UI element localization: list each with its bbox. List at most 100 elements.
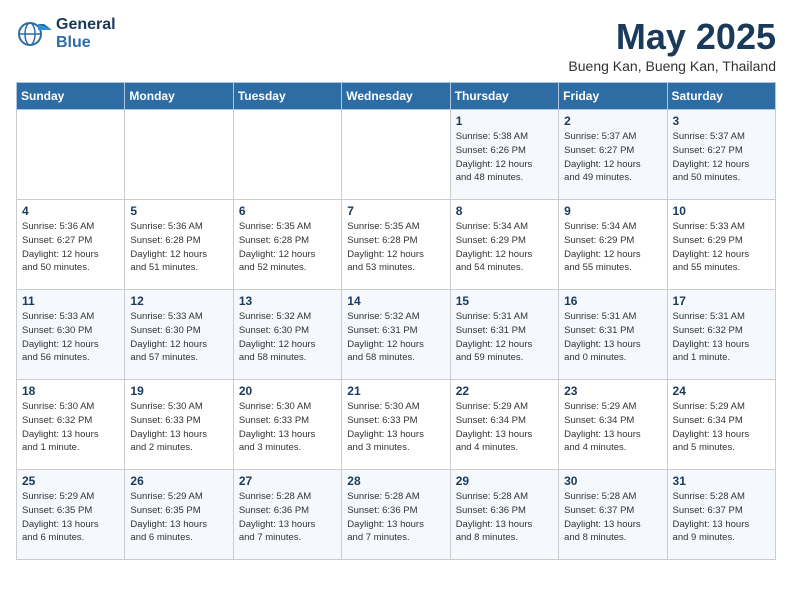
calendar-cell: 19Sunrise: 5:30 AM Sunset: 6:33 PM Dayli… (125, 380, 233, 470)
day-info: Sunrise: 5:30 AM Sunset: 6:33 PM Dayligh… (347, 400, 444, 455)
calendar-cell: 3Sunrise: 5:37 AM Sunset: 6:27 PM Daylig… (667, 110, 775, 200)
weekday-header-saturday: Saturday (667, 83, 775, 110)
logo-text: General Blue (56, 16, 116, 52)
weekday-header-sunday: Sunday (17, 83, 125, 110)
day-info: Sunrise: 5:34 AM Sunset: 6:29 PM Dayligh… (564, 220, 661, 275)
calendar-cell: 21Sunrise: 5:30 AM Sunset: 6:33 PM Dayli… (342, 380, 450, 470)
calendar-week-2: 4 Sunrise: 5:36 AM Sunset: 6:27 PM Daylig… (17, 200, 776, 290)
title-block: May 2025 Bueng Kan, Bueng Kan, Thailand (568, 16, 776, 74)
calendar-cell (125, 110, 233, 200)
calendar-cell: 11 Sunrise: 5:33 AM Sunset: 6:30 PM Dayli… (17, 290, 125, 380)
day-number: 17 (673, 294, 770, 308)
day-number: 1 (456, 114, 553, 128)
day-number: 16 (564, 294, 661, 308)
day-info: Sunrise: 5:31 AM Sunset: 6:32 PM Dayligh… (673, 310, 770, 365)
day-info: Sunrise: 5:28 AM Sunset: 6:36 PM Dayligh… (239, 490, 336, 545)
day-info: Sunrise: 5:28 AM Sunset: 6:36 PM Dayligh… (347, 490, 444, 545)
day-info: Sunrise: 5:31 AM Sunset: 6:31 PM Dayligh… (456, 310, 553, 365)
calendar-cell: 7 Sunrise: 5:35 AM Sunset: 6:28 PM Daylig… (342, 200, 450, 290)
calendar-week-1: 1Sunrise: 5:38 AM Sunset: 6:26 PM Daylig… (17, 110, 776, 200)
day-number: 9 (564, 204, 661, 218)
day-info: Sunrise: 5:29 AM Sunset: 6:35 PM Dayligh… (130, 490, 227, 545)
calendar-cell: 26 Sunrise: 5:29 AM Sunset: 6:35 PM Dayli… (125, 470, 233, 560)
calendar-cell: 14 Sunrise: 5:32 AM Sunset: 6:31 PM Dayli… (342, 290, 450, 380)
day-number: 13 (239, 294, 336, 308)
day-info: Sunrise: 5:28 AM Sunset: 6:37 PM Dayligh… (564, 490, 661, 545)
calendar-cell: 10Sunrise: 5:33 AM Sunset: 6:29 PM Dayli… (667, 200, 775, 290)
day-info: Sunrise: 5:28 AM Sunset: 6:37 PM Dayligh… (673, 490, 770, 545)
calendar-cell: 2 Sunrise: 5:37 AM Sunset: 6:27 PM Daylig… (559, 110, 667, 200)
month-title: May 2025 (568, 16, 776, 58)
calendar-table: SundayMondayTuesdayWednesdayThursdayFrid… (16, 82, 776, 560)
calendar-cell (233, 110, 341, 200)
day-number: 29 (456, 474, 553, 488)
calendar-cell: 22Sunrise: 5:29 AM Sunset: 6:34 PM Dayli… (450, 380, 558, 470)
calendar-cell: 15 Sunrise: 5:31 AM Sunset: 6:31 PM Dayli… (450, 290, 558, 380)
weekday-header-friday: Friday (559, 83, 667, 110)
calendar-cell: 8Sunrise: 5:34 AM Sunset: 6:29 PM Daylig… (450, 200, 558, 290)
day-info: Sunrise: 5:36 AM Sunset: 6:27 PM Dayligh… (22, 220, 119, 275)
weekday-header-tuesday: Tuesday (233, 83, 341, 110)
calendar-cell: 27 Sunrise: 5:28 AM Sunset: 6:36 PM Dayli… (233, 470, 341, 560)
day-info: Sunrise: 5:32 AM Sunset: 6:31 PM Dayligh… (347, 310, 444, 365)
day-number: 27 (239, 474, 336, 488)
calendar-cell: 1Sunrise: 5:38 AM Sunset: 6:26 PM Daylig… (450, 110, 558, 200)
day-number: 23 (564, 384, 661, 398)
calendar-cell: 31 Sunrise: 5:28 AM Sunset: 6:37 PM Dayli… (667, 470, 775, 560)
day-number: 19 (130, 384, 227, 398)
calendar-cell: 9 Sunrise: 5:34 AM Sunset: 6:29 PM Daylig… (559, 200, 667, 290)
day-info: Sunrise: 5:33 AM Sunset: 6:29 PM Dayligh… (673, 220, 770, 275)
day-number: 20 (239, 384, 336, 398)
calendar-cell: 4 Sunrise: 5:36 AM Sunset: 6:27 PM Daylig… (17, 200, 125, 290)
day-info: Sunrise: 5:28 AM Sunset: 6:36 PM Dayligh… (456, 490, 553, 545)
day-info: Sunrise: 5:29 AM Sunset: 6:34 PM Dayligh… (673, 400, 770, 455)
day-info: Sunrise: 5:35 AM Sunset: 6:28 PM Dayligh… (239, 220, 336, 275)
calendar-cell: 30 Sunrise: 5:28 AM Sunset: 6:37 PM Dayli… (559, 470, 667, 560)
calendar-cell: 16 Sunrise: 5:31 AM Sunset: 6:31 PM Dayli… (559, 290, 667, 380)
day-info: Sunrise: 5:29 AM Sunset: 6:34 PM Dayligh… (564, 400, 661, 455)
day-info: Sunrise: 5:33 AM Sunset: 6:30 PM Dayligh… (130, 310, 227, 365)
day-info: Sunrise: 5:37 AM Sunset: 6:27 PM Dayligh… (673, 130, 770, 185)
weekday-header-thursday: Thursday (450, 83, 558, 110)
calendar-cell (17, 110, 125, 200)
page-header: General Blue May 2025 Bueng Kan, Bueng K… (16, 16, 776, 74)
day-number: 12 (130, 294, 227, 308)
day-info: Sunrise: 5:36 AM Sunset: 6:28 PM Dayligh… (130, 220, 227, 275)
calendar-week-4: 18 Sunrise: 5:30 AM Sunset: 6:32 PM Dayli… (17, 380, 776, 470)
day-number: 25 (22, 474, 119, 488)
day-info: Sunrise: 5:34 AM Sunset: 6:29 PM Dayligh… (456, 220, 553, 275)
day-info: Sunrise: 5:30 AM Sunset: 6:33 PM Dayligh… (239, 400, 336, 455)
day-number: 15 (456, 294, 553, 308)
calendar-cell: 24 Sunrise: 5:29 AM Sunset: 6:34 PM Dayli… (667, 380, 775, 470)
calendar-cell: 29 Sunrise: 5:28 AM Sunset: 6:36 PM Dayli… (450, 470, 558, 560)
calendar-cell (342, 110, 450, 200)
calendar-cell: 20 Sunrise: 5:30 AM Sunset: 6:33 PM Dayli… (233, 380, 341, 470)
calendar-week-3: 11 Sunrise: 5:33 AM Sunset: 6:30 PM Dayli… (17, 290, 776, 380)
weekday-header-monday: Monday (125, 83, 233, 110)
weekday-header-wednesday: Wednesday (342, 83, 450, 110)
logo: General Blue (16, 16, 116, 52)
day-number: 28 (347, 474, 444, 488)
day-number: 5 (130, 204, 227, 218)
day-info: Sunrise: 5:37 AM Sunset: 6:27 PM Dayligh… (564, 130, 661, 185)
day-number: 11 (22, 294, 119, 308)
day-info: Sunrise: 5:30 AM Sunset: 6:32 PM Dayligh… (22, 400, 119, 455)
day-number: 26 (130, 474, 227, 488)
day-number: 6 (239, 204, 336, 218)
day-number: 30 (564, 474, 661, 488)
calendar-cell: 23 Sunrise: 5:29 AM Sunset: 6:34 PM Dayli… (559, 380, 667, 470)
day-number: 2 (564, 114, 661, 128)
day-number: 14 (347, 294, 444, 308)
day-number: 31 (673, 474, 770, 488)
calendar-cell: 6 Sunrise: 5:35 AM Sunset: 6:28 PM Daylig… (233, 200, 341, 290)
day-number: 24 (673, 384, 770, 398)
day-number: 7 (347, 204, 444, 218)
day-info: Sunrise: 5:31 AM Sunset: 6:31 PM Dayligh… (564, 310, 661, 365)
calendar-cell: 18 Sunrise: 5:30 AM Sunset: 6:32 PM Dayli… (17, 380, 125, 470)
day-info: Sunrise: 5:33 AM Sunset: 6:30 PM Dayligh… (22, 310, 119, 365)
day-info: Sunrise: 5:35 AM Sunset: 6:28 PM Dayligh… (347, 220, 444, 275)
day-info: Sunrise: 5:29 AM Sunset: 6:34 PM Dayligh… (456, 400, 553, 455)
day-info: Sunrise: 5:32 AM Sunset: 6:30 PM Dayligh… (239, 310, 336, 365)
day-number: 18 (22, 384, 119, 398)
day-number: 4 (22, 204, 119, 218)
